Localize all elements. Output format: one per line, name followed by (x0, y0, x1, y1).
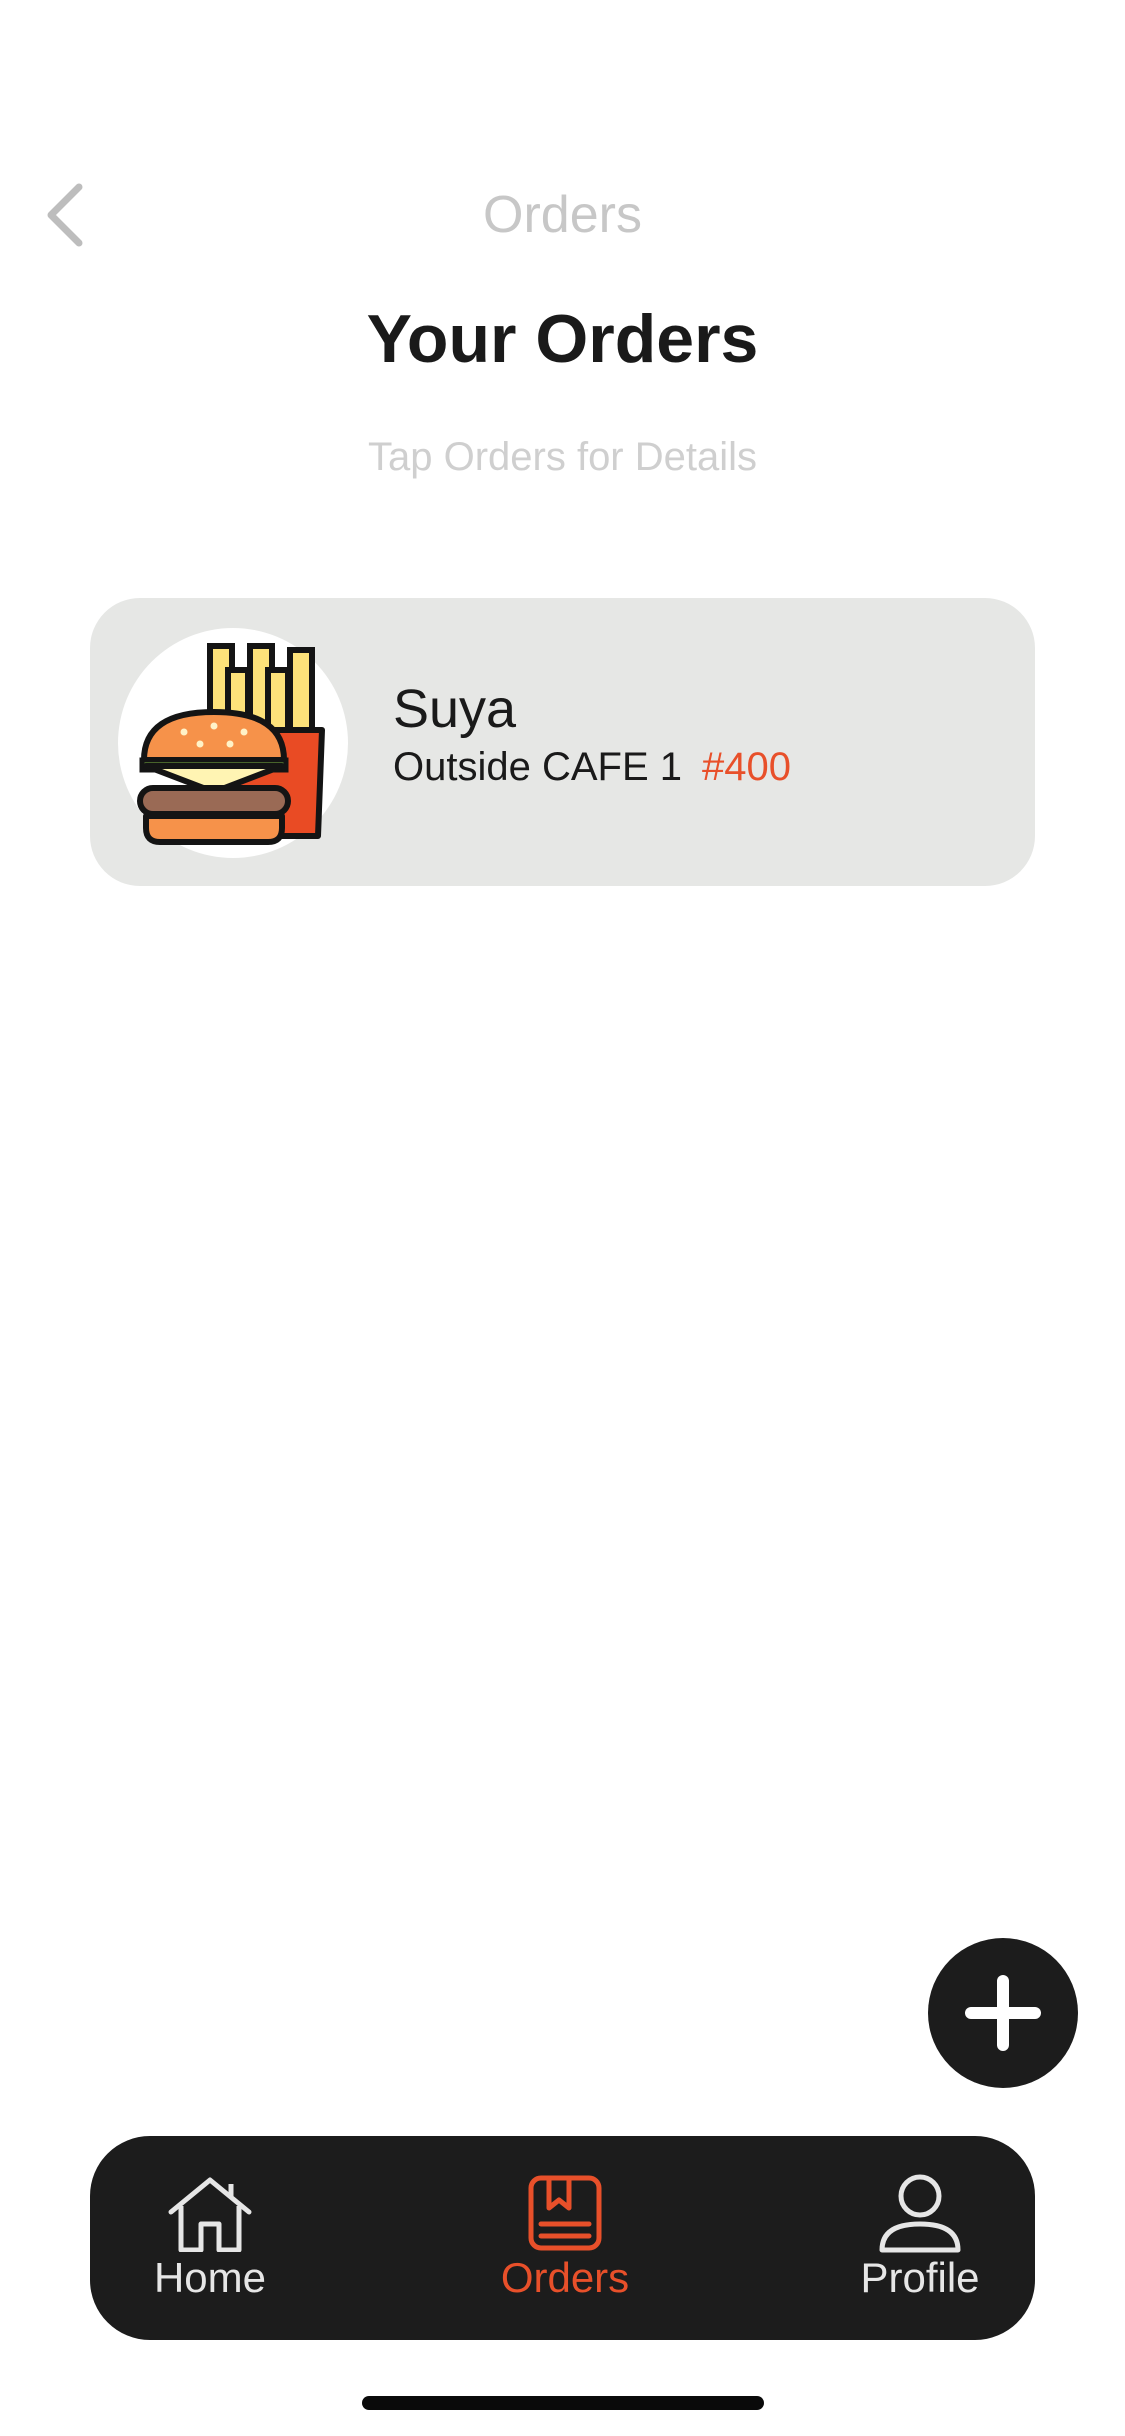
home-indicator (362, 2396, 764, 2410)
add-order-button[interactable] (928, 1938, 1078, 2088)
profile-icon (875, 2174, 965, 2254)
order-price: #400 (702, 745, 791, 789)
tab-label-home: Home (153, 2254, 267, 2301)
order-card[interactable]: Suya Outside CAFE 1 #400 (90, 598, 1035, 886)
tab-bar: Home Orders Profile (90, 2136, 1035, 2340)
tab-profile[interactable]: Profile (820, 2136, 1020, 2340)
home-icon (165, 2174, 255, 2254)
order-meta: Outside CAFE 1 #400 (393, 745, 791, 790)
page-subtitle: Tap Orders for Details (367, 435, 758, 479)
tab-label-profile: Profile (860, 2254, 980, 2301)
page-title: Your Orders (366, 301, 759, 377)
order-location: Outside CAFE 1 (393, 745, 683, 789)
tab-orders[interactable]: Orders (465, 2136, 665, 2340)
plus-icon (965, 1975, 1041, 2051)
burger-fries-icon (137, 643, 325, 845)
nav-title: Orders (483, 186, 642, 244)
orders-icon (520, 2174, 610, 2254)
order-thumbnail (118, 628, 348, 858)
order-name: Suya (393, 679, 517, 739)
tab-label-orders: Orders (500, 2254, 630, 2301)
tab-home[interactable]: Home (110, 2136, 310, 2340)
